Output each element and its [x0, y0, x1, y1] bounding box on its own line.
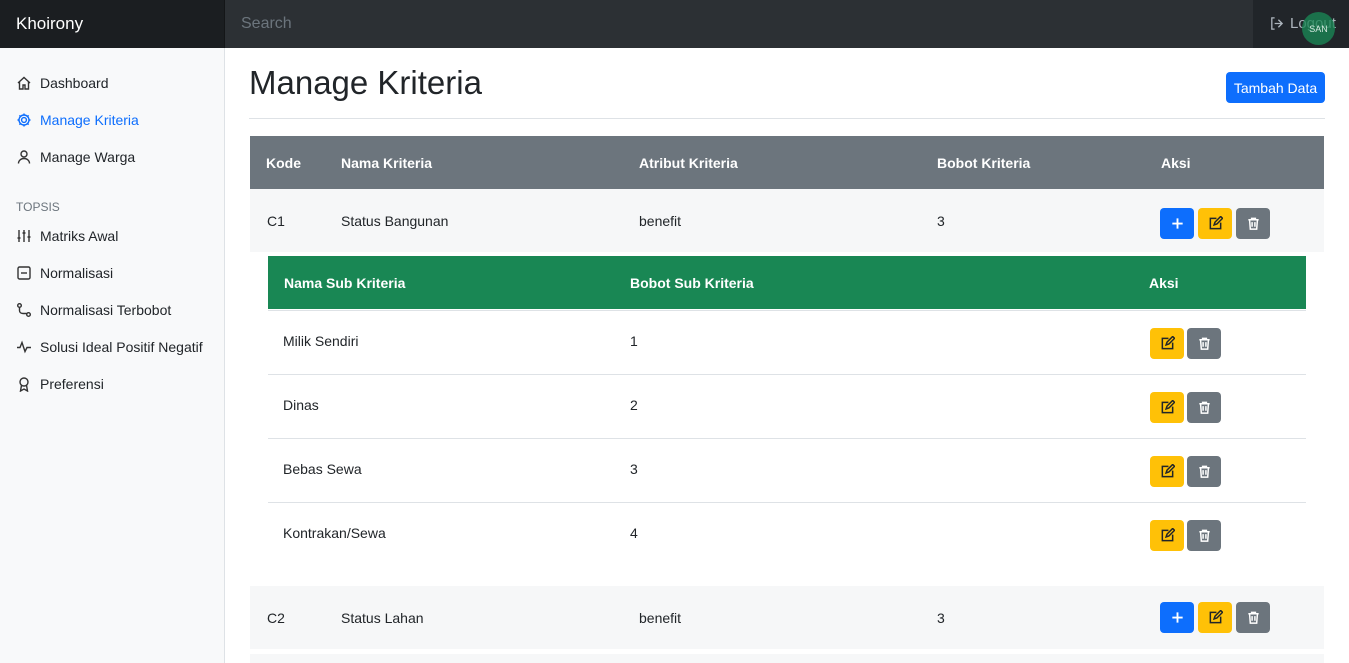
- delete-button[interactable]: [1236, 208, 1270, 239]
- sidebar-item-preferensi[interactable]: Preferensi: [16, 372, 104, 396]
- cell-bobot: 3: [937, 610, 945, 626]
- cell-atribut: benefit: [639, 610, 682, 626]
- trash-icon: [1198, 465, 1210, 478]
- column-header-nama-sub-kriteria: Nama Sub Kriteria: [284, 275, 406, 291]
- delete-button[interactable]: [1187, 328, 1221, 359]
- cell-bobot-sub: 1: [630, 333, 638, 349]
- column-header-kode: Kode: [266, 155, 301, 171]
- top-navbar: Khoirony Logout SAN: [0, 0, 1349, 48]
- sidebar-item-matriks-awal[interactable]: Matriks Awal: [16, 224, 118, 248]
- sidebar-item-dashboard[interactable]: Dashboard: [16, 71, 109, 95]
- search-input[interactable]: [225, 0, 1253, 48]
- cell-nama-sub: Dinas: [283, 397, 319, 413]
- edit-icon: [1161, 400, 1175, 414]
- plus-icon: [1171, 218, 1183, 229]
- edit-button[interactable]: [1150, 456, 1184, 487]
- delete-button[interactable]: [1187, 456, 1221, 487]
- sidebar-item-label: Normalisasi Terbobot: [40, 302, 172, 318]
- cell-atribut: benefit: [639, 213, 682, 229]
- trash-icon: [1198, 337, 1210, 350]
- house-icon: [17, 76, 31, 90]
- edit-icon: [1161, 464, 1175, 478]
- sidebar-item-label: Dashboard: [40, 75, 109, 91]
- delete-button[interactable]: [1187, 520, 1221, 551]
- cell-bobot-sub: 3: [630, 461, 638, 477]
- sidebar-item-label: Manage Warga: [40, 149, 136, 165]
- trash-icon: [1198, 401, 1210, 414]
- cell-nama-kriteria: Status Bangunan: [341, 213, 449, 229]
- table-row: C1 Status Bangunan benefit 3: [250, 189, 1324, 252]
- sidebar-item-normalisasi-terbobot[interactable]: Normalisasi Terbobot: [16, 298, 171, 322]
- award-icon: [19, 377, 29, 392]
- title-divider: [249, 118, 1325, 119]
- cell-bobot-sub: 4: [630, 525, 638, 541]
- column-header-nama-kriteria: Nama Kriteria: [341, 155, 433, 171]
- table-row: Bebas Sewa 3: [268, 438, 1306, 502]
- cell-nama-kriteria: Status Lahan: [341, 610, 424, 626]
- cell-nama-sub: Milik Sendiri: [283, 333, 359, 349]
- cell-nama-sub: Kontrakan/Sewa: [283, 525, 386, 541]
- sidebar-item-label: Preferensi: [40, 376, 104, 392]
- sidebar-item-solusi-ideal[interactable]: Solusi Ideal Positif Negatif: [16, 335, 203, 359]
- edit-icon: [1209, 216, 1223, 230]
- logout-area: Logout SAN: [1253, 0, 1349, 48]
- sliders-icon: [17, 230, 31, 242]
- brand-name[interactable]: Khoirony: [0, 0, 225, 48]
- path-icon: [17, 303, 31, 317]
- table-row: Dinas 2: [268, 374, 1306, 438]
- pulse-icon: [17, 340, 31, 354]
- gear-icon: [17, 113, 31, 127]
- column-header-aksi: Aksi: [1161, 155, 1191, 171]
- sidebar-section-heading: TOPSIS: [16, 200, 60, 214]
- sidebar-item-normalisasi[interactable]: Normalisasi: [16, 261, 113, 285]
- cell-kode: C1: [267, 213, 285, 229]
- column-header-bobot-kriteria: Bobot Kriteria: [937, 155, 1031, 171]
- table-row: C2 Status Lahan benefit 3: [250, 586, 1324, 649]
- sidebar-item-label: Manage Kriteria: [40, 112, 139, 128]
- delete-button[interactable]: [1187, 392, 1221, 423]
- add-sub-kriteria-button[interactable]: [1160, 602, 1194, 633]
- logout-icon: [1271, 17, 1284, 30]
- sub-kriteria-table-header: Nama Sub Kriteria Bobot Sub Kriteria Aks…: [268, 256, 1306, 309]
- table-row: Kontrakan/Sewa 4: [268, 502, 1306, 566]
- edit-button[interactable]: [1150, 520, 1184, 551]
- kriteria-table-header: Kode Nama Kriteria Atribut Kriteria Bobo…: [250, 136, 1324, 189]
- sidebar-item-label: Matriks Awal: [40, 228, 119, 244]
- sidebar-item-manage-kriteria[interactable]: Manage Kriteria: [16, 108, 139, 132]
- cell-bobot: 3: [937, 213, 945, 229]
- cell-bobot-sub: 2: [630, 397, 638, 413]
- delete-button[interactable]: [1236, 602, 1270, 633]
- column-header-atribut-kriteria: Atribut Kriteria: [639, 155, 738, 171]
- add-sub-kriteria-button[interactable]: [1160, 208, 1194, 239]
- edit-icon: [1209, 610, 1223, 624]
- table-row: Milik Sendiri 1: [268, 310, 1306, 374]
- trash-icon: [1198, 529, 1210, 542]
- table-row: [250, 654, 1324, 663]
- edit-button[interactable]: [1150, 392, 1184, 423]
- sidebar-item-label: Normalisasi: [40, 265, 114, 281]
- edit-icon: [1161, 336, 1175, 350]
- sidebar: Dashboard Manage Kriteria Manage Warga T…: [0, 48, 225, 663]
- edit-button[interactable]: [1198, 208, 1232, 239]
- page-title: Manage Kriteria: [249, 64, 482, 101]
- column-header-aksi: Aksi: [1149, 275, 1179, 291]
- edit-icon: [1161, 528, 1175, 542]
- edit-button[interactable]: [1198, 602, 1232, 633]
- sidebar-item-manage-warga[interactable]: Manage Warga: [16, 145, 135, 169]
- list-box-icon: [17, 266, 31, 280]
- cell-nama-sub: Bebas Sewa: [283, 461, 362, 477]
- plus-icon: [1171, 612, 1183, 623]
- trash-icon: [1247, 611, 1259, 624]
- trash-icon: [1247, 217, 1259, 230]
- cell-kode: C2: [267, 610, 285, 626]
- sidebar-item-label: Solusi Ideal Positif Negatif: [40, 339, 203, 355]
- person-icon: [17, 150, 31, 164]
- add-data-button[interactable]: Tambah Data: [1226, 72, 1325, 103]
- column-header-bobot-sub-kriteria: Bobot Sub Kriteria: [630, 275, 754, 291]
- avatar[interactable]: SAN: [1302, 12, 1335, 45]
- edit-button[interactable]: [1150, 328, 1184, 359]
